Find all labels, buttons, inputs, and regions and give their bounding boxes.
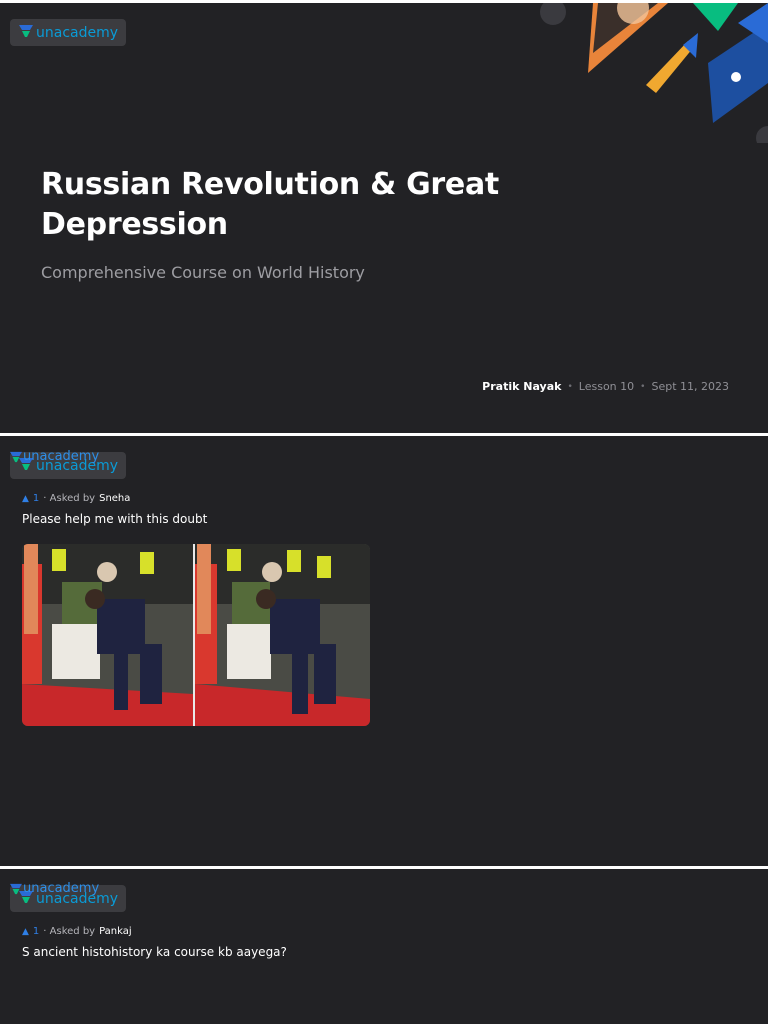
upvote-icon[interactable]: ▲ — [22, 927, 29, 937]
asked-by-label: · Asked by — [43, 493, 96, 504]
asked-by-label: · Asked by — [43, 926, 96, 937]
unacademy-logo: unacademy — [10, 19, 126, 46]
doubt-question: Please help me with this doubt — [22, 512, 208, 526]
doubt-question: S ancient histohistory ka course kb aaye… — [22, 945, 287, 959]
unacademy-logo-icon — [10, 883, 22, 894]
asked-by-line: ▲ 1 · Asked by Sneha — [22, 493, 130, 504]
unacademy-logo-icon — [10, 451, 22, 462]
lesson-number: Lesson 10 — [578, 380, 635, 393]
upvote-count: 1 — [32, 926, 40, 937]
unacademy-logo-overlay: unacademy — [9, 881, 99, 896]
upvote-icon[interactable]: ▲ — [22, 494, 29, 504]
educator-name: Pratik Nayak — [482, 380, 562, 393]
lesson-date: Sept 11, 2023 — [651, 380, 729, 393]
doubt-slide-1: unacademy unacademy ▲ 1 · Asked by Sneha… — [0, 436, 768, 866]
lesson-title: Russian Revolution & Great Depression — [41, 167, 499, 242]
asker-name: Pankaj — [99, 926, 132, 937]
title-slide: unacademy Russian Revolution & Great Dep… — [0, 3, 768, 433]
asked-by-line: ▲ 1 · Asked by Pankaj — [22, 926, 132, 937]
asker-name: Sneha — [99, 493, 131, 504]
unacademy-logo-overlay: unacademy — [9, 449, 99, 464]
separator-dot: • — [640, 381, 646, 392]
photo-attachment-icon — [22, 544, 370, 726]
separator-dot: • — [567, 381, 573, 392]
decorative-pencils-graphic — [540, 3, 768, 143]
logo-text: unacademy — [36, 24, 119, 41]
course-subtitle: Comprehensive Course on World History — [41, 263, 365, 282]
logo-text: unacademy — [23, 881, 100, 896]
logo-text: unacademy — [23, 449, 100, 464]
unacademy-logo-icon — [18, 24, 34, 42]
lesson-meta: Pratik Nayak • Lesson 10 • Sept 11, 2023 — [482, 380, 729, 393]
doubt-slide-2: unacademy unacademy ▲ 1 · Asked by Panka… — [0, 869, 768, 1024]
doubt-attached-photo[interactable] — [22, 544, 370, 726]
upvote-count: 1 — [32, 493, 40, 504]
